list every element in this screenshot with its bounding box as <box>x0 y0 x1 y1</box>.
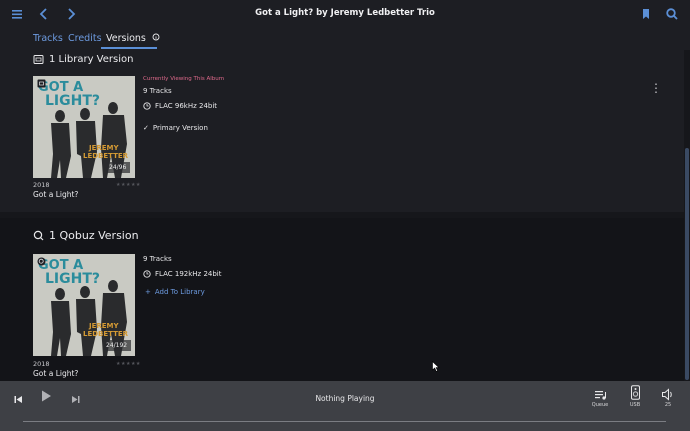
top-bar: Got a Light? by Jeremy Ledbetter Trio <box>0 0 690 28</box>
qobuz-track-count: 9 Tracks <box>143 255 172 263</box>
qobuz-hires-icon <box>143 270 151 278</box>
qobuz-album-year: 2018 <box>33 360 50 368</box>
qobuz-rating-stars[interactable]: ★★★★★ <box>116 361 141 367</box>
library-heading-text: 1 Library Version <box>49 54 134 65</box>
qobuz-album-cover[interactable]: GOT A LIGHT? JEREMY LEDBETTER 24/192 <box>33 254 135 356</box>
tab-credits[interactable]: Credits <box>68 33 102 44</box>
volume-level: 25 <box>664 402 672 408</box>
format-text: FLAC 96kHz 24bit <box>155 102 218 110</box>
qobuz-cover-artist-line1: JEREMY <box>89 322 119 330</box>
qobuz-badge-icon <box>37 257 46 266</box>
tab-versions-label: Versions <box>106 33 146 44</box>
qobuz-heading-text: 1 Qobuz Version <box>49 229 139 242</box>
add-to-library-label: Add To Library <box>154 288 205 296</box>
tab-versions[interactable]: Versions <box>106 33 160 44</box>
usb-output-label: USB <box>629 402 641 408</box>
primary-version-label[interactable]: ✓ Primary Version <box>143 124 208 132</box>
hires-icon <box>143 102 151 110</box>
qobuz-cover-title-line2: LIGHT? <box>45 271 101 287</box>
qobuz-format-text: FLAC 192kHz 24bit <box>155 270 222 278</box>
album-cover[interactable]: GOT A LIGHT? JEREMY LEDBETTER 24/96 <box>33 76 135 178</box>
library-heading: 1 Library Version <box>33 54 133 65</box>
cover-title-line2: LIGHT? <box>45 93 101 109</box>
album-year: 2018 <box>33 181 50 189</box>
cover-artist-line2: LEDBETTER <box>83 152 129 160</box>
cover-artist-line1: JEREMY <box>89 144 119 152</box>
qobuz-album-name[interactable]: Got a Light? <box>33 369 78 378</box>
versions-content: 1 Library Version GOT A LIGHT? JEREMY LE <box>0 50 684 381</box>
currently-viewing-label: Currently Viewing This Album <box>143 76 225 82</box>
qobuz-format-info: FLAC 192kHz 24bit <box>143 270 221 278</box>
library-version-section: 1 Library Version GOT A LIGHT? JEREMY LE <box>0 50 684 212</box>
format-info: FLAC 96kHz 24bit <box>143 102 217 110</box>
qobuz-cover-quality-badge: 24/192 <box>106 342 128 349</box>
album-name[interactable]: Got a Light? <box>33 190 78 199</box>
search-icon[interactable] <box>664 6 680 22</box>
plus-icon: + <box>145 288 151 296</box>
qobuz-version-section: 1 Qobuz Version GOT A LIGHT? JEREMY LEDB… <box>0 218 684 381</box>
now-playing-text: Nothing Playing <box>315 394 375 403</box>
track-count: 9 Tracks <box>143 87 172 95</box>
cover-quality-badge: 24/96 <box>109 164 127 171</box>
rating-stars[interactable]: ★★★★★ <box>116 182 141 188</box>
tab-tracks[interactable]: Tracks <box>33 33 63 44</box>
tab-active-indicator <box>101 47 157 49</box>
qobuz-icon <box>33 230 44 241</box>
library-icon <box>33 55 44 64</box>
info-icon <box>152 33 160 41</box>
qobuz-cover-artist-line2: LEDBETTER <box>83 330 129 338</box>
queue-label: Queue <box>591 402 609 408</box>
bookmark-icon[interactable] <box>638 6 654 22</box>
progress-bar[interactable] <box>23 421 666 422</box>
scrollbar[interactable] <box>685 148 689 380</box>
player-bar: Nothing Playing Queue USB 25 <box>0 381 690 431</box>
qobuz-heading: 1 Qobuz Version <box>33 229 139 242</box>
library-badge-icon <box>37 79 46 88</box>
primary-version-text: Primary Version <box>152 124 208 132</box>
check-icon: ✓ <box>143 124 149 132</box>
page-title: Got a Light? by Jeremy Ledbetter Trio <box>255 8 435 18</box>
mouse-cursor-icon <box>432 361 440 372</box>
more-options-icon[interactable]: ⋮ <box>650 81 662 95</box>
add-to-library-button[interactable]: + Add To Library <box>145 288 205 296</box>
